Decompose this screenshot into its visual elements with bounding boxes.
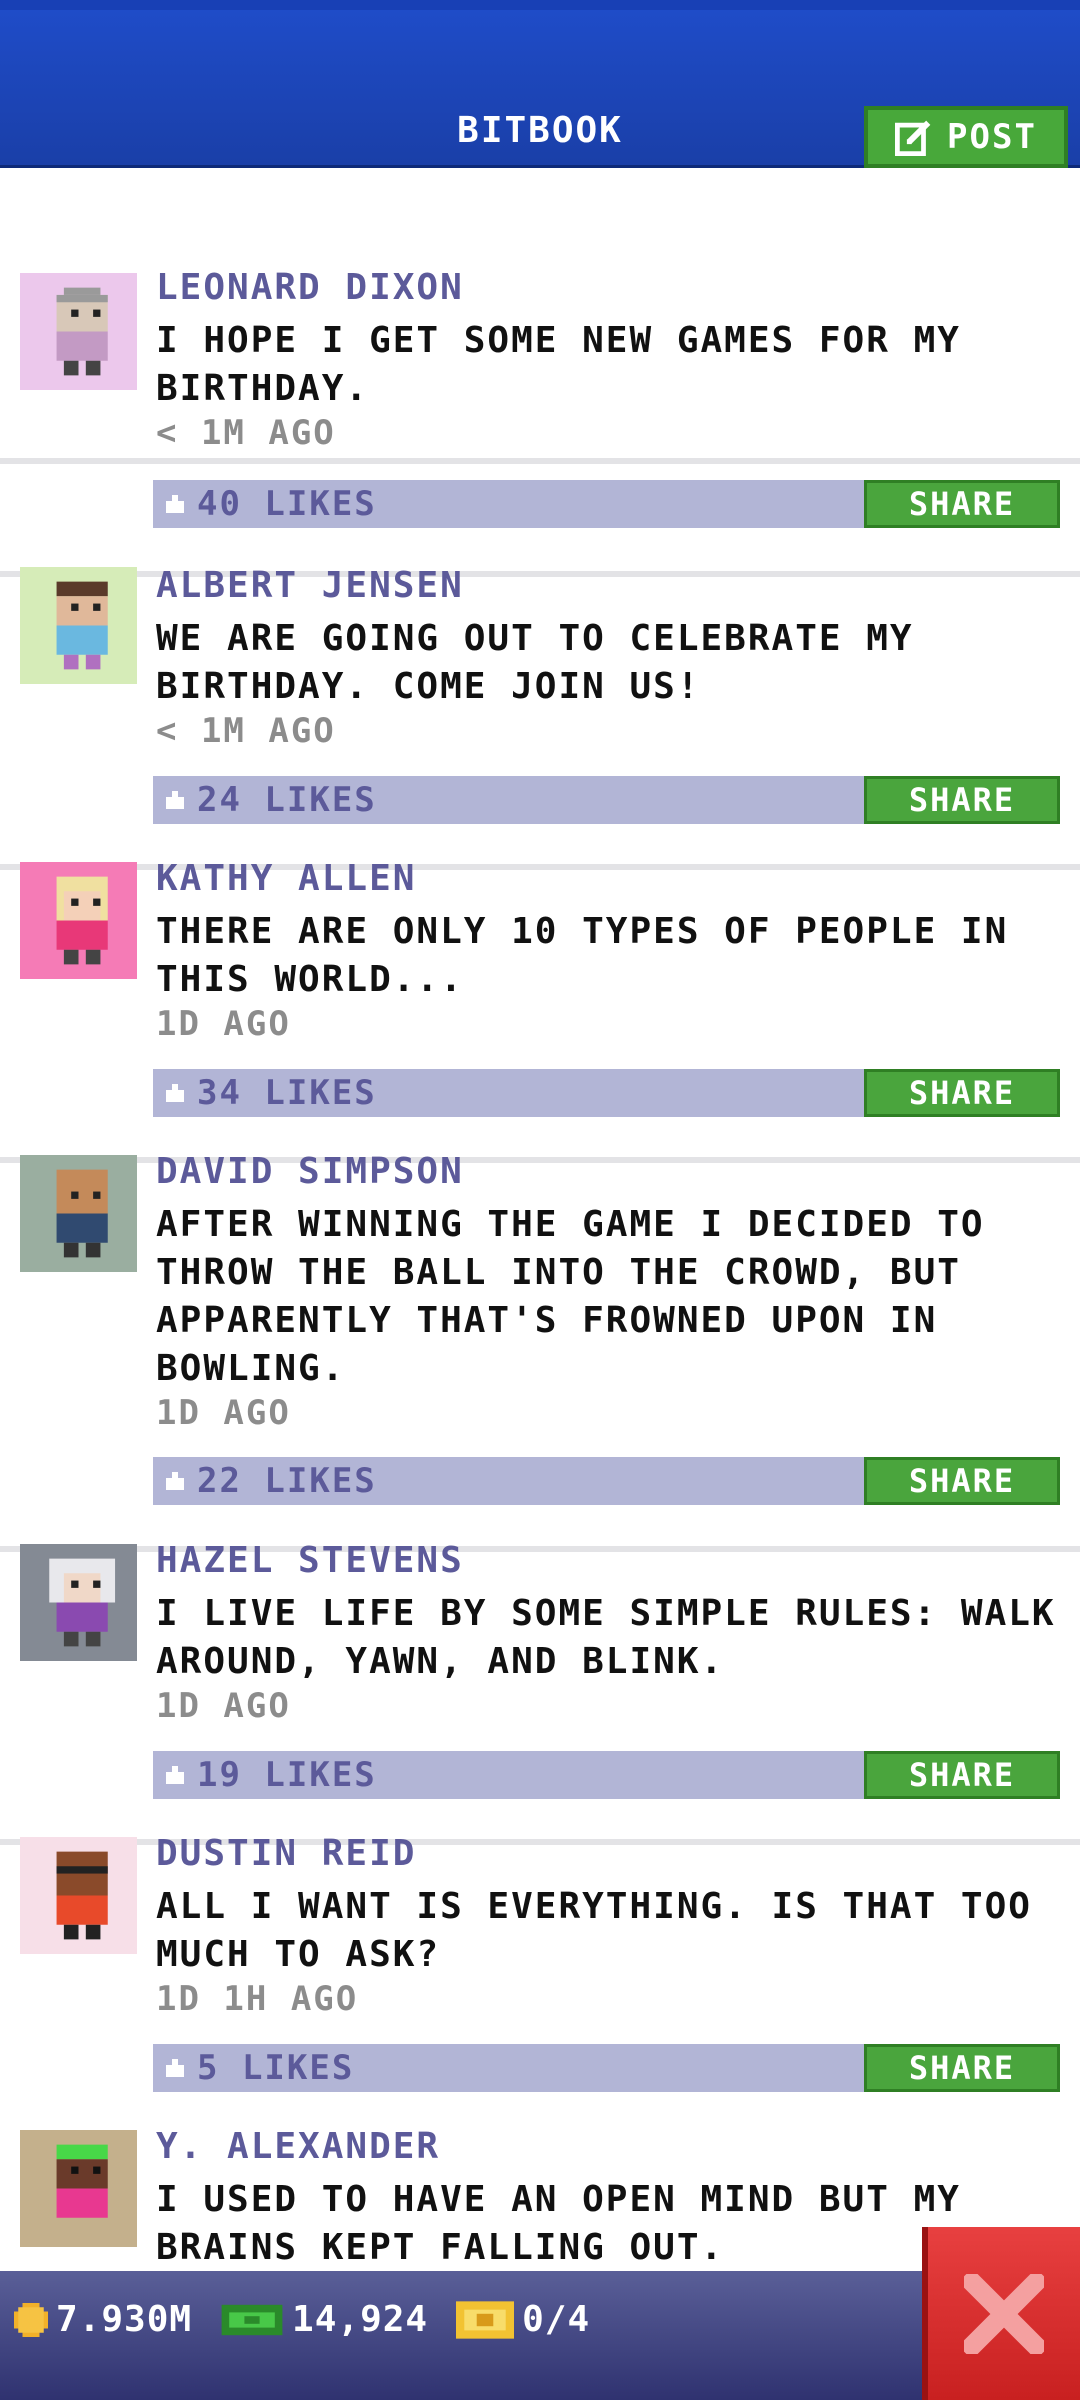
- post-text: I LIVE LIFE BY SOME SIMPLE RULES: WALK A…: [156, 1590, 1056, 1686]
- post-time: 1D 1H AGO: [156, 1979, 359, 2019]
- post-text-line: BOWLING.: [156, 1348, 346, 1389]
- post-author[interactable]: Y. ALEXANDER: [156, 2126, 440, 2167]
- post-text-line: THERE ARE ONLY 10 TYPES OF PEOPLE IN: [156, 911, 1009, 952]
- avatar[interactable]: [20, 862, 137, 979]
- post-text: ALL I WANT IS EVERYTHING. IS THAT TOO MU…: [156, 1883, 1056, 1979]
- post-text: AFTER WINNING THE GAME I DECIDED TO THRO…: [156, 1201, 1056, 1393]
- ticket-icon: [456, 2300, 515, 2339]
- post-text: I USED TO HAVE AN OPEN MIND BUT MY BRAIN…: [156, 2176, 1056, 2271]
- post-item: DUSTIN REID ALL I WANT IS EVERYTHING. IS…: [0, 1833, 1080, 2092]
- thumbs-up-icon: [166, 791, 184, 809]
- coins-stat: 7.930M: [14, 2299, 192, 2340]
- post-item: ALBERT JENSEN WE ARE GOING OUT TO CELEBR…: [0, 565, 1080, 824]
- share-button[interactable]: SHARE: [864, 2044, 1060, 2092]
- likes-count[interactable]: 34 LIKES: [197, 1073, 377, 1113]
- post-author[interactable]: LEONARD DIXON: [156, 267, 464, 308]
- thumbs-up-icon: [166, 1472, 184, 1490]
- share-button[interactable]: SHARE: [864, 480, 1060, 528]
- post-author[interactable]: ALBERT JENSEN: [156, 565, 464, 606]
- person-icon: [56, 2144, 108, 2218]
- close-button[interactable]: [922, 2227, 1080, 2400]
- likes-bar: 19 LIKES SHARE: [153, 1751, 1060, 1799]
- share-button[interactable]: SHARE: [864, 1457, 1060, 1505]
- person-icon: [56, 287, 108, 376]
- post-button[interactable]: POST: [864, 106, 1068, 168]
- cash-icon: [221, 2304, 283, 2335]
- post-button-label: POST: [947, 117, 1037, 157]
- likes-count[interactable]: 5 LIKES: [197, 2048, 354, 2088]
- currency-stats: 7.930M 14,924 0/4: [14, 2299, 608, 2340]
- likes-bar: 5 LIKES SHARE: [153, 2044, 1060, 2092]
- thumbs-up-icon: [166, 1766, 184, 1784]
- cash-stat: 14,924: [220, 2299, 428, 2340]
- edit-icon: [895, 120, 931, 156]
- post-time: < 1M AGO: [156, 711, 336, 751]
- person-icon: [49, 1558, 116, 1647]
- tickets-stat: 0/4: [456, 2299, 590, 2340]
- avatar[interactable]: [20, 1837, 137, 1954]
- post-author[interactable]: DUSTIN REID: [156, 1833, 416, 1874]
- post-item: HAZEL STEVENS I LIVE LIFE BY SOME SIMPLE…: [0, 1540, 1080, 1799]
- post-text-line: I LIVE LIFE BY SOME SIMPLE RULES: WALK: [156, 1593, 1056, 1634]
- post-text: WE ARE GOING OUT TO CELEBRATE MY BIRTHDA…: [156, 615, 1056, 711]
- status-bar: 7.930M 14,924 0/4: [0, 2271, 1080, 2400]
- thumbs-up-icon: [166, 495, 184, 513]
- post-text-line: THROW THE BALL INTO THE CROWD, BUT: [156, 1252, 961, 1293]
- likes-count[interactable]: 40 LIKES: [197, 484, 377, 524]
- person-icon: [56, 1169, 108, 1258]
- avatar[interactable]: [20, 2130, 137, 2247]
- share-button[interactable]: SHARE: [864, 1751, 1060, 1799]
- tickets-value: 0/4: [522, 2299, 591, 2340]
- coins-value: 7.930M: [56, 2299, 193, 2340]
- post-item: DAVID SIMPSON AFTER WINNING THE GAME I D…: [0, 1151, 1080, 1505]
- thumbs-up-icon: [166, 1084, 184, 1102]
- post-time: 1D AGO: [156, 1686, 291, 1726]
- thumbs-up-icon: [166, 2059, 184, 2077]
- post-time: 1D AGO: [156, 1004, 291, 1044]
- coin-icon: [14, 2302, 48, 2337]
- post-text-line: I USED TO HAVE AN OPEN MIND BUT MY: [156, 2179, 961, 2220]
- close-icon: [964, 2273, 1044, 2354]
- post-text: I HOPE I GET SOME NEW GAMES FOR MY BIRTH…: [156, 317, 1056, 413]
- post-text-line: MUCH TO ASK?: [156, 1934, 441, 1975]
- likes-bar: 40 LIKES SHARE: [153, 480, 1060, 528]
- post-text-line: I HOPE I GET SOME NEW GAMES FOR MY: [156, 320, 961, 361]
- likes-count[interactable]: 22 LIKES: [197, 1461, 377, 1501]
- post-author[interactable]: DAVID SIMPSON: [156, 1151, 464, 1192]
- avatar[interactable]: [20, 1155, 137, 1272]
- post-item: LEONARD DIXON I HOPE I GET SOME NEW GAME…: [0, 267, 1080, 528]
- post-text-line: BRAINS KEPT FALLING OUT.: [156, 2227, 725, 2268]
- post-text: THERE ARE ONLY 10 TYPES OF PEOPLE IN THI…: [156, 908, 1056, 1004]
- post-author[interactable]: HAZEL STEVENS: [156, 1540, 464, 1581]
- likes-bar: 22 LIKES SHARE: [153, 1457, 1060, 1505]
- share-button[interactable]: SHARE: [864, 776, 1060, 824]
- post-item: KATHY ALLEN THERE ARE ONLY 10 TYPES OF P…: [0, 858, 1080, 1117]
- likes-bar: 34 LIKES SHARE: [153, 1069, 1060, 1117]
- likes-count[interactable]: 19 LIKES: [197, 1755, 377, 1795]
- avatar[interactable]: [20, 567, 137, 684]
- feed[interactable]: LEONARD DIXON I HOPE I GET SOME NEW GAME…: [0, 168, 1080, 2271]
- post-time: < 1M AGO: [156, 413, 336, 453]
- post-text-line: THIS WORLD...: [156, 959, 464, 1000]
- post-text-line: APPARENTLY THAT'S FROWNED UPON IN: [156, 1300, 938, 1341]
- share-button[interactable]: SHARE: [864, 1069, 1060, 1117]
- post-time: 1D AGO: [156, 1393, 291, 1433]
- avatar[interactable]: [20, 273, 137, 390]
- post-author[interactable]: KATHY ALLEN: [156, 858, 416, 899]
- post-text-line: AROUND, YAWN, AND BLINK.: [156, 1641, 725, 1682]
- post-text-line: WE ARE GOING OUT TO CELEBRATE MY: [156, 618, 914, 659]
- cash-value: 14,924: [292, 2299, 429, 2340]
- avatar[interactable]: [20, 1544, 137, 1661]
- person-icon: [56, 1851, 108, 1940]
- post-text-line: ALL I WANT IS EVERYTHING. IS THAT TOO: [156, 1886, 1032, 1927]
- person-icon: [56, 876, 108, 965]
- post-text-line: BIRTHDAY.: [156, 368, 370, 409]
- post-text-line: BIRTHDAY. COME JOIN US!: [156, 666, 701, 707]
- post-text-line: AFTER WINNING THE GAME I DECIDED TO: [156, 1204, 985, 1245]
- app-header: BITBOOK POST: [0, 0, 1080, 168]
- person-icon: [56, 581, 108, 670]
- likes-bar: 24 LIKES SHARE: [153, 776, 1060, 824]
- likes-count[interactable]: 24 LIKES: [197, 780, 377, 820]
